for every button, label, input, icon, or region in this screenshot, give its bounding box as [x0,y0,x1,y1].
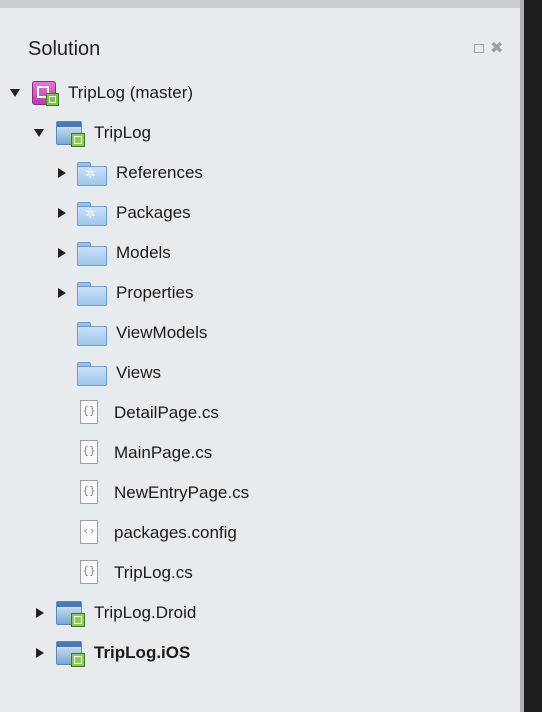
tree-item-label: TripLog.cs [114,563,193,582]
pad-title: Solution [28,38,101,60]
tree-item-label: NewEntryPage.cs [114,483,250,502]
tree-item-viewmodels[interactable]: ViewModels [56,316,207,350]
collapsed-arrow-icon[interactable] [58,208,66,218]
cs-file-icon: {} [80,400,102,426]
cs-file-icon: {} [80,560,102,586]
cs-file-icon: {} [80,440,102,466]
csharp-project-icon [54,639,86,667]
tree-item-label: References [116,163,203,182]
tree-item-triplog-droid[interactable]: TripLog.Droid [34,596,196,630]
collapsed-arrow-icon[interactable] [58,288,66,298]
tree-item-label: Packages [116,203,191,222]
folder-icon [76,361,108,386]
tree-item-views[interactable]: Views [56,356,161,390]
special-folder-icon [76,161,108,186]
tree-item-detailpage-cs[interactable]: {} DetailPage.cs [56,396,219,430]
config-file-icon: ‹› [80,520,102,546]
csharp-project-icon [54,599,86,627]
maximize-icon[interactable] [474,44,484,53]
folder-icon [76,241,108,266]
pad-splitter[interactable] [520,0,542,712]
folder-icon [76,281,108,306]
close-icon[interactable]: ✖ [490,41,503,57]
tree-item-packages[interactable]: Packages [56,196,191,230]
pad-actions: ✖ [474,41,503,57]
collapsed-arrow-icon[interactable] [58,168,66,178]
tree-item-properties[interactable]: Properties [56,276,193,310]
collapsed-arrow-icon[interactable] [36,608,44,618]
tree-item-label: TripLog.Droid [94,603,197,622]
tree-item-label: MainPage.cs [114,443,213,462]
tree-item-label: DetailPage.cs [114,403,219,422]
tree-item-label: packages.config [114,523,237,542]
tree-item-triplog-master[interactable]: TripLog (master) [10,76,193,110]
tree-item-label: Properties [116,283,194,302]
tree-item-label: TripLog [94,123,152,142]
tree-item-references[interactable]: References [56,156,203,190]
tree-item-label: TripLog.iOS [94,643,191,662]
tree-item-packages-config[interactable]: ‹› packages.config [56,516,237,550]
special-folder-icon [76,201,108,226]
expanded-arrow-icon[interactable] [10,89,20,97]
tree-item-label: TripLog (master) [68,83,194,102]
tree-item-label: Views [116,363,162,382]
folder-icon [76,321,108,346]
tree-item-mainpage-cs[interactable]: {} MainPage.cs [56,436,212,470]
tree-item-triplog-cs[interactable]: {} TripLog.cs [56,556,193,590]
csharp-project-icon [54,119,86,147]
tree-item-triplog-ios[interactable]: TripLog.iOS [34,636,190,670]
expanded-arrow-icon[interactable] [34,129,44,137]
solution-pad: Solution ✖ TripLog (master) TripLog Refere… [0,0,520,712]
collapsed-arrow-icon[interactable] [36,648,44,658]
collapsed-arrow-icon[interactable] [58,248,66,258]
tree-item-label: ViewModels [116,323,208,342]
solution-icon [30,79,60,107]
cs-file-icon: {} [80,480,102,506]
tree-item-newentrypage-cs[interactable]: {} NewEntryPage.cs [56,476,249,510]
tree-item-label: Models [116,243,171,262]
tree-item-triplog[interactable]: TripLog [34,116,151,150]
tree-item-models[interactable]: Models [56,236,171,270]
